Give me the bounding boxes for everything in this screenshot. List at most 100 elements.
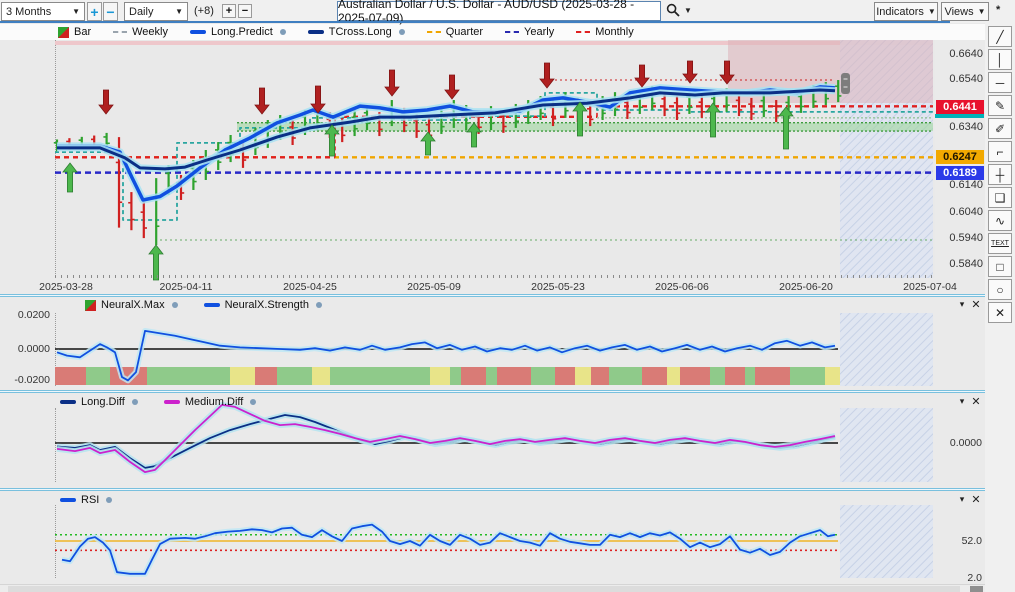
angle-line-tool[interactable]: ⌐ [988, 141, 1012, 162]
period-select-value: Daily [129, 6, 153, 18]
x-axis-label: 2025-05-09 [407, 281, 461, 293]
chevron-down-icon: ▼ [66, 7, 80, 16]
info-dot-icon[interactable] [399, 29, 405, 35]
x-axis-label: 2025-06-06 [655, 281, 709, 293]
marker-tool[interactable]: ✐ [988, 118, 1012, 139]
callout-tool[interactable]: ❑ [988, 187, 1012, 208]
bar-swatch-icon [58, 27, 69, 38]
rsi-panel [0, 491, 985, 584]
info-dot-icon[interactable] [250, 399, 256, 405]
main-plot-area[interactable] [55, 40, 935, 278]
main-chart-legend: Bar Weekly Long.Predict TCross.Long Quarter Y… [0, 24, 985, 40]
plus-icon: + [90, 4, 98, 20]
scrollbar-thumb[interactable] [8, 586, 960, 592]
dash-swatch-icon [427, 31, 441, 33]
info-dot-icon[interactable] [132, 399, 138, 405]
line-swatch-icon [190, 30, 206, 34]
plot-left-axis-line [55, 408, 56, 482]
panel-divider[interactable] [0, 488, 1015, 491]
price-axis-label: 0.6540 [933, 73, 983, 85]
rsi-close-button[interactable]: ✕ [970, 493, 982, 506]
indicators-button[interactable]: Indicators ▼ [874, 2, 938, 21]
range-select[interactable]: 3 Months ▼ [1, 2, 85, 21]
neuralx-collapse-button[interactable]: ▾ [956, 299, 968, 310]
views-button[interactable]: Views ▼ [941, 2, 989, 21]
legend-item-neuralx-strength[interactable]: NeuralX.Strength [204, 299, 322, 311]
pencil-tool[interactable]: ✎ [988, 95, 1012, 116]
symbol-title[interactable]: Australian Dollar / U.S. Dollar - AUD/US… [337, 1, 661, 21]
panel-divider[interactable] [0, 294, 1015, 297]
price-level-badge: 0.6189 [936, 166, 984, 180]
legend-item-quarter[interactable]: Quarter [427, 26, 483, 38]
legend-item-yearly[interactable]: Yearly [505, 26, 554, 38]
diff-axis-label: 0.0000 [940, 437, 982, 449]
vertical-line-tool[interactable]: │ [988, 49, 1012, 70]
indicators-button-label: Indicators [876, 6, 924, 18]
x-axis-label: 2025-03-28 [39, 281, 93, 293]
range-zoom-in-button[interactable]: + [87, 2, 102, 21]
chevron-down-icon: ▼ [169, 7, 183, 16]
bar-width-increase-button[interactable]: + [222, 4, 236, 18]
legend-item-rsi[interactable]: RSI [60, 494, 112, 506]
horizontal-scrollbar[interactable] [0, 584, 1015, 592]
legend-item-medium-diff[interactable]: Medium.Diff [164, 396, 256, 408]
legend-item-tcross-long[interactable]: TCross.Long [308, 26, 405, 38]
line-swatch-icon [308, 30, 324, 34]
minus-icon: − [106, 4, 114, 20]
text-tool[interactable]: TEXT [988, 233, 1012, 254]
neuralx-axis-label: 0.0200 [8, 309, 50, 321]
wave-tool[interactable]: ∿ [988, 210, 1012, 231]
crosshair-tool[interactable]: ┼ [988, 164, 1012, 185]
legend-item-bar[interactable]: Bar [58, 26, 91, 38]
favorite-star-button[interactable]: * [996, 4, 1000, 16]
neuralx-legend: NeuralX.Max NeuralX.Strength [85, 299, 322, 311]
diff-close-button[interactable]: ✕ [970, 395, 982, 408]
diagonal-line-tool[interactable]: ╱ [988, 26, 1012, 47]
plot-left-axis-line [55, 313, 56, 386]
range-select-value: 3 Months [6, 6, 51, 18]
info-dot-icon[interactable] [106, 497, 112, 503]
rectangle-tool[interactable]: □ [988, 256, 1012, 277]
scrollbar-end-block[interactable] [970, 586, 983, 592]
diff-collapse-button[interactable]: ▾ [956, 396, 968, 407]
bar-width-decrease-button[interactable]: − [238, 4, 252, 18]
rsi-legend: RSI [60, 494, 112, 506]
toolbar-divider [0, 21, 950, 23]
price-level-badge: 0.6247 [936, 150, 984, 164]
neuralx-axis-label: -0.0200 [8, 374, 50, 386]
price-level-badge: 0.6441 [936, 100, 984, 114]
legend-label: Long.Diff [81, 396, 125, 408]
rsi-axis-label: 2.0 [940, 572, 982, 584]
legend-label: NeuralX.Max [101, 299, 165, 311]
plot-left-axis-line [55, 505, 56, 578]
x-axis-label: 2025-04-11 [160, 281, 213, 293]
neuralx-axis-label: 0.0000 [8, 343, 50, 355]
rsi-collapse-button[interactable]: ▾ [956, 494, 968, 505]
legend-item-neuralx-max[interactable]: NeuralX.Max [85, 299, 178, 311]
x-axis-ticks [55, 275, 933, 278]
ellipse-tool[interactable]: ○ [988, 279, 1012, 300]
range-zoom-out-button[interactable]: − [103, 2, 118, 21]
plus-icon: + [226, 5, 232, 17]
symbol-search-button[interactable]: ▼ [666, 3, 692, 17]
legend-label: Yearly [524, 26, 554, 38]
price-axis-label: 0.6340 [933, 121, 983, 133]
legend-item-long-predict[interactable]: Long.Predict [190, 26, 286, 38]
legend-item-weekly[interactable]: Weekly [113, 26, 168, 38]
x-axis-label: 2025-05-23 [531, 281, 585, 293]
legend-item-long-diff[interactable]: Long.Diff [60, 396, 138, 408]
line-swatch-icon [60, 498, 76, 502]
chevron-down-icon: ▼ [928, 7, 936, 16]
price-axis-label: 0.5940 [933, 232, 983, 244]
info-dot-icon[interactable] [172, 302, 178, 308]
info-dot-icon[interactable] [316, 302, 322, 308]
delete-tool[interactable]: ✕ [988, 302, 1012, 323]
period-select[interactable]: Daily ▼ [124, 2, 188, 21]
legend-item-monthly[interactable]: Monthly [576, 26, 634, 38]
rsi-axis-label: 52.0 [940, 535, 982, 547]
info-dot-icon[interactable] [280, 29, 286, 35]
views-button-label: Views [944, 6, 973, 18]
horizontal-line-tool[interactable]: ─ [988, 72, 1012, 93]
panel-divider[interactable] [0, 390, 1015, 393]
neuralx-close-button[interactable]: ✕ [970, 298, 982, 311]
